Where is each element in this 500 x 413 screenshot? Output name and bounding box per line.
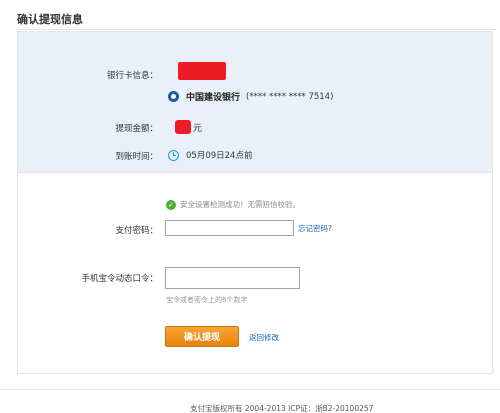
amount-label: 提现金额： — [115, 124, 158, 134]
arrival-time-line: 05月09日24点前 — [168, 149, 252, 161]
bank-info-line: 中国建设银行 (**** **** **** 7514) — [168, 90, 333, 103]
redacted-account-name — [178, 62, 226, 80]
arrival-time-value: 05月09日24点前 — [186, 151, 253, 161]
footer-copyright: 支付宝版权所有 2004-2013 ICP证：浙B2-20100257 — [190, 404, 374, 413]
title-divider — [17, 29, 496, 30]
password-label: 支付密码： — [115, 226, 158, 236]
page-title: 确认提现信息 — [17, 13, 83, 26]
token-hint: 宝令或者密令上的6个数字 — [166, 296, 248, 304]
withdraw-panel: 银行卡信息： 中国建设银行 (**** **** **** 7514) 提现金额… — [17, 31, 493, 374]
clock-icon — [168, 149, 179, 161]
bank-card-label: 银行卡信息： — [106, 71, 158, 81]
card-number-mask: (**** **** **** 7514) — [246, 91, 334, 102]
amount-unit: 元 — [193, 123, 203, 134]
security-check-message: ✓ 安全设置检测成功！无需短信校验。 — [166, 199, 300, 210]
arrival-time-label: 到账时间： — [115, 152, 158, 162]
footer-divider — [0, 389, 500, 390]
back-modify-link[interactable]: 返回修改 — [249, 332, 279, 343]
amount-line: 元 — [175, 120, 202, 134]
redacted-amount — [175, 120, 191, 134]
token-code-field[interactable] — [165, 267, 300, 289]
security-success-text: 安全设置检测成功！无需短信校验。 — [180, 200, 300, 209]
confirm-withdraw-button[interactable]: 确认提现 — [165, 326, 239, 347]
token-label: 手机宝令动态口令： — [81, 274, 158, 284]
ccb-bank-logo-icon — [168, 91, 179, 102]
withdraw-info-box: 银行卡信息： 中国建设银行 (**** **** **** 7514) 提现金额… — [18, 32, 492, 173]
payment-password-input[interactable] — [166, 221, 293, 235]
bank-name: 中国建设银行 — [186, 93, 241, 103]
checkmark-icon: ✓ — [166, 199, 176, 210]
forgot-password-link[interactable]: 忘记密码? — [298, 223, 332, 234]
token-code-input[interactable] — [166, 268, 299, 288]
payment-password-field[interactable] — [165, 220, 294, 236]
